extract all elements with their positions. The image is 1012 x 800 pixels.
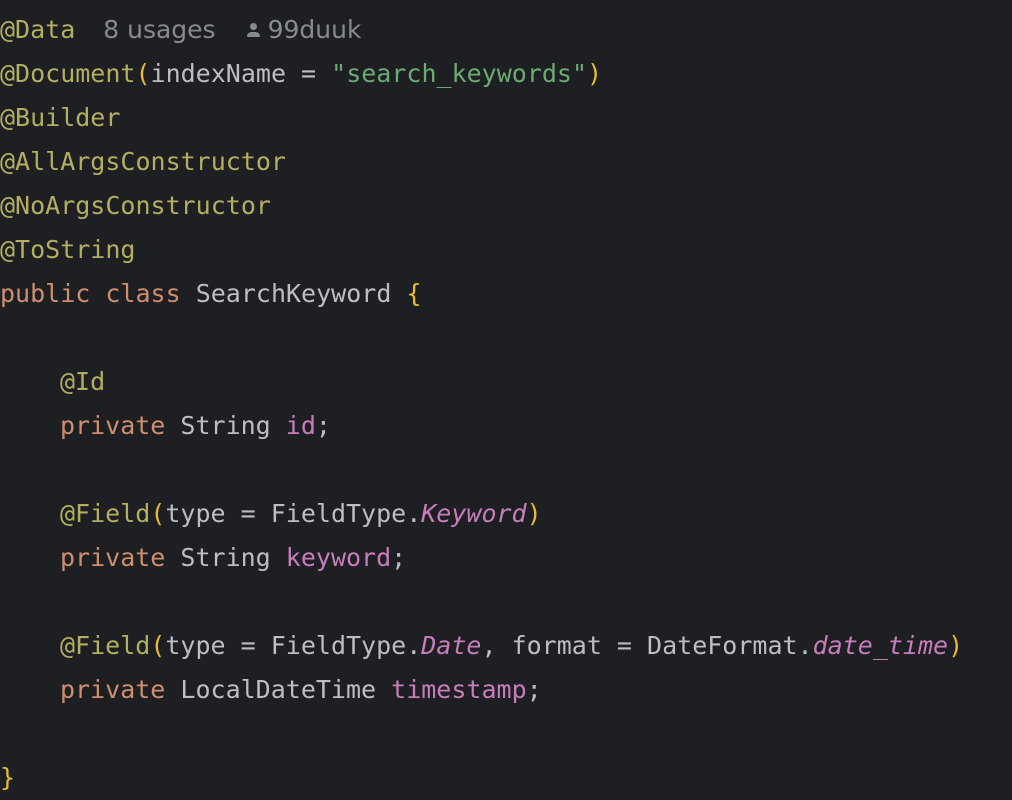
keyword-public: public	[0, 279, 91, 308]
index-name-value: "search_keywords"	[331, 59, 588, 88]
field-type-keyword: Keyword	[421, 499, 527, 528]
paren-open: (	[135, 59, 151, 88]
code-editor[interactable]: @Data 8 usages 99duuk @Document(indexName …	[0, 8, 1012, 800]
type-string: String	[180, 411, 271, 440]
annotation-all-args-constructor: @AllArgsConstructor	[0, 147, 286, 176]
code-line-18: }	[0, 756, 1012, 800]
field-id: id	[285, 411, 316, 440]
field-keyword: keyword	[285, 543, 392, 572]
keyword-private: private	[60, 543, 166, 572]
type-string: String	[180, 543, 271, 572]
code-line-5: @NoArgsConstructor	[0, 184, 1012, 228]
annotation-id: @Id	[60, 367, 106, 396]
semicolon: ;	[315, 411, 331, 440]
code-line-4: @AllArgsConstructor	[0, 140, 1012, 184]
annotation-to-string: @ToString	[0, 235, 136, 264]
param-format: format =	[511, 631, 648, 660]
comma-separator: ,	[481, 631, 512, 660]
keyword-private: private	[60, 411, 166, 440]
usages-hint[interactable]: 8 usages	[103, 15, 215, 44]
code-line-1: @Data 8 usages 99duuk	[0, 8, 1012, 52]
code-line-6: @ToString	[0, 228, 1012, 272]
semicolon: ;	[526, 675, 542, 704]
date-format-value: date_time	[812, 631, 949, 660]
type-local-date-time: LocalDateTime	[180, 675, 377, 704]
code-line-2: @Document(indexName = "search_keywords")	[0, 52, 1012, 96]
field-type-class: FieldType.	[270, 631, 422, 660]
field-type-class: FieldType.	[270, 499, 422, 528]
field-type-date: Date	[421, 631, 482, 660]
date-format-class: DateFormat.	[647, 631, 813, 660]
person-icon	[246, 23, 262, 39]
paren-close: )	[526, 499, 542, 528]
code-line-9: @Id	[0, 360, 1012, 404]
code-line-10: private String id;	[0, 404, 1012, 448]
field-timestamp: timestamp	[391, 675, 527, 704]
annotation-document: @Document	[0, 59, 136, 88]
paren-open: (	[150, 631, 166, 660]
annotation-data: @Data	[0, 15, 76, 44]
annotation-builder: @Builder	[0, 103, 121, 132]
author-hint[interactable]: 99duuk	[246, 15, 362, 44]
code-line-7: public class SearchKeyword {	[0, 272, 1012, 316]
author-name: 99duuk	[267, 15, 362, 44]
annotation-field: @Field	[60, 499, 151, 528]
keyword-private: private	[60, 675, 166, 704]
param-type: type =	[165, 499, 271, 528]
keyword-class: class	[105, 279, 181, 308]
paren-close: )	[587, 59, 603, 88]
code-line-12: @Field(type = FieldType.Keyword)	[0, 492, 1012, 536]
param-type: type =	[165, 631, 271, 660]
class-name: SearchKeyword	[195, 279, 392, 308]
annotation-no-args-constructor: @NoArgsConstructor	[0, 191, 271, 220]
code-line-3: @Builder	[0, 96, 1012, 140]
code-line-15: @Field(type = FieldType.Date, format = D…	[0, 624, 1012, 668]
code-line-16: private LocalDateTime timestamp;	[0, 668, 1012, 712]
brace-open: {	[406, 279, 422, 308]
paren-open: (	[150, 499, 166, 528]
annotation-field: @Field	[60, 631, 151, 660]
brace-close: }	[0, 763, 16, 792]
param-index-name: indexName =	[150, 59, 332, 88]
code-line-13: private String keyword;	[0, 536, 1012, 580]
semicolon: ;	[391, 543, 407, 572]
paren-close: )	[948, 631, 964, 660]
